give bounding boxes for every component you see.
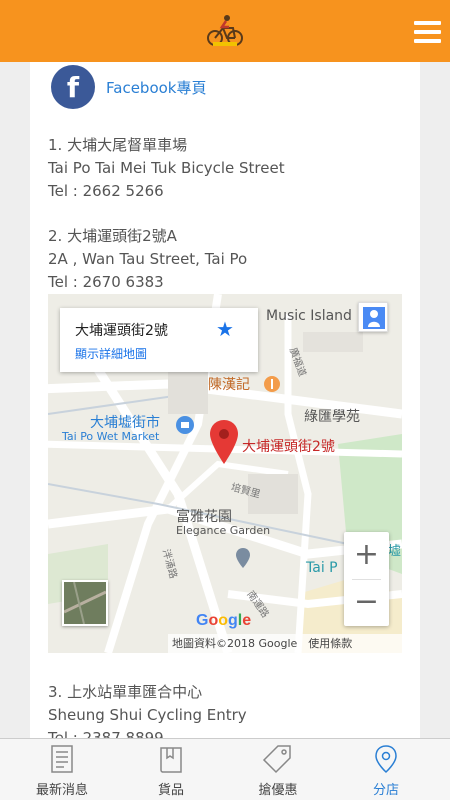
info-card-title: 大埔運頭街2號 — [75, 323, 168, 339]
place-icon — [236, 548, 250, 568]
google-map[interactable]: Music Island 陳漢記 綠匯學苑 大埔墟街市 Tai Po Wet M… — [48, 294, 402, 653]
zoom-out-button[interactable]: − — [344, 579, 389, 626]
shop-name: 1. 大埔大尾督單車場 — [48, 136, 188, 154]
book-icon — [160, 747, 182, 773]
map-label-music-island: Music Island — [266, 308, 352, 324]
tab-label: 貨品 — [157, 783, 184, 798]
tag-icon — [262, 745, 291, 774]
street-view-pegman-icon[interactable] — [358, 302, 388, 332]
map-label-fu-nga-en: Elegance Garden — [176, 524, 271, 537]
hamburger-menu-icon[interactable] — [414, 21, 441, 43]
news-icon — [51, 745, 73, 773]
shop-entry: 2. 大埔運頭街2號A 2A , Wan Tau Street, Tai Po … — [48, 225, 247, 294]
shop-name: 2. 大埔運頭街2號A — [48, 227, 177, 245]
shop-entry: 1. 大埔大尾督單車場 Tai Po Tai Mei Tuk Bicycle S… — [48, 134, 285, 203]
map-info-card: 大埔運頭街2號 顯示詳細地圖 ★ — [60, 308, 258, 372]
facebook-page-link[interactable]: Facebook專頁 — [106, 77, 206, 98]
location-pin-icon — [375, 745, 397, 774]
satellite-toggle[interactable] — [62, 580, 108, 626]
map-label-chan-kee: 陳漢記 — [208, 377, 250, 393]
zoom-control: + − — [344, 532, 389, 626]
facebook-icon[interactable]: f — [51, 65, 95, 109]
bottom-tab-bar: 最新消息 貨品 搶優惠 分店 — [0, 738, 450, 800]
zoom-in-button[interactable]: + — [344, 532, 389, 579]
map-label-wet-market-zh: 大埔墟街市 — [90, 415, 160, 431]
map-label-wet-market-en: Tai Po Wet Market — [62, 430, 160, 443]
tab-label: 分店 — [372, 783, 399, 798]
map-label-tai-po: Tai P — [306, 560, 338, 576]
tab-deals[interactable]: 搶優惠 — [222, 739, 334, 800]
map-attribution[interactable]: 地圖資料©2018 Google 使用條款 — [168, 634, 402, 653]
map-pin-icon[interactable] — [210, 420, 238, 464]
bicycle-logo-icon[interactable] — [205, 12, 245, 48]
branch-list: f Facebook專頁 1. 大埔大尾督單車場 Tai Po Tai Mei … — [30, 62, 420, 738]
market-icon — [176, 416, 194, 434]
google-logo: Google — [196, 612, 252, 629]
shop-tel[interactable]: Tel : 2670 6383 — [48, 271, 247, 294]
shop-name: 3. 上水站單車匯合中心 — [48, 683, 203, 701]
map-pin-label: 大埔運頭街2號 — [242, 439, 335, 455]
map-label-luk-wui: 綠匯學苑 — [304, 409, 360, 425]
tab-products[interactable]: 貨品 — [115, 739, 227, 800]
shop-address: Sheung Shui Cycling Entry — [48, 706, 247, 724]
map-label-fu-nga-zh: 富雅花園 — [176, 509, 232, 525]
shop-tel[interactable]: Tel : 2387 8899 — [48, 727, 247, 738]
shop-address: Tai Po Tai Mei Tuk Bicycle Street — [48, 159, 285, 177]
map-label-tai-po-zh: 墟 — [388, 544, 402, 559]
shop-entry: 3. 上水站單車匯合中心 Sheung Shui Cycling Entry T… — [48, 681, 247, 738]
save-star-icon[interactable]: ★ — [216, 317, 234, 341]
view-larger-map-link[interactable]: 顯示詳細地圖 — [75, 345, 147, 362]
shop-tel[interactable]: Tel : 2662 5266 — [48, 180, 285, 203]
tab-news[interactable]: 最新消息 — [6, 739, 118, 800]
shop-address: 2A , Wan Tau Street, Tai Po — [48, 250, 248, 268]
restaurant-icon — [264, 376, 280, 392]
tab-label: 最新消息 — [35, 783, 88, 798]
tab-branches[interactable]: 分店 — [330, 739, 442, 800]
tab-label: 搶優惠 — [258, 783, 298, 798]
app-header — [0, 0, 450, 62]
